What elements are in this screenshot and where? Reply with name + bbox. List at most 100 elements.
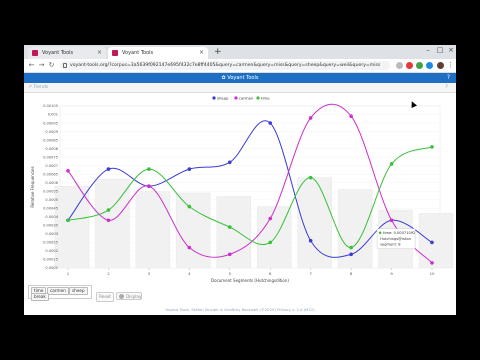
background-bar <box>418 213 454 269</box>
data-point-carmen <box>106 218 111 223</box>
legend-label: sheep <box>217 95 229 100</box>
y-tick-label: 0.001 <box>48 113 58 117</box>
extension-icon[interactable] <box>426 62 433 69</box>
display-label: Display <box>126 294 142 299</box>
data-point-carmen <box>187 245 192 250</box>
x-tick-label: 5 <box>229 271 232 276</box>
tooltip-term: time: 0.00071092 <box>383 231 415 235</box>
help-icon[interactable]: ? <box>447 73 450 83</box>
menu-icon[interactable]: ⋮ <box>446 61 455 70</box>
x-tick-label: 10 <box>430 271 435 276</box>
data-point-time <box>389 162 394 166</box>
legend-label: time <box>261 95 270 100</box>
y-tick-label: 0.00015 <box>43 258 58 262</box>
tab-label: Voyant Tools <box>122 50 154 56</box>
tab-voyant-1[interactable]: Voyant Tools × <box>28 47 106 59</box>
y-tick-label: 0.0005 <box>45 198 58 202</box>
x-tick-label: 6 <box>269 271 272 276</box>
y-tick-label: 0.00085 <box>43 138 58 142</box>
close-icon[interactable]: × <box>199 47 204 59</box>
url-field[interactable]: voyant-tools.org/?corpus=3a5639f092147e6… <box>60 61 390 70</box>
y-tick-label: 0.0006 <box>45 181 58 185</box>
term-chip[interactable]: carmen <box>47 287 69 295</box>
panel-title: ↗ Trends <box>28 85 49 90</box>
data-point-carmen <box>349 114 353 119</box>
data-point-time <box>66 218 70 223</box>
footer-text[interactable]: Voyant Tools, Stéfan Sinclair & Geoffrey… <box>24 307 456 312</box>
y-tick-label: 0.0009 <box>45 130 58 134</box>
term-chip[interactable]: break <box>31 293 49 301</box>
x-tick-label: 9 <box>390 271 393 276</box>
tab-strip: Voyant Tools × Voyant Tools × + – □ × <box>24 45 456 59</box>
x-tick-label: 1 <box>67 271 70 276</box>
address-bar-row: ← → ↻ voyant-tools.org/?corpus=3a5639f09… <box>24 59 456 73</box>
data-point-sheep <box>308 238 313 243</box>
data-point-carmen <box>268 216 273 221</box>
y-tick-label: 0.00025 <box>43 241 58 245</box>
x-axis-label: Document Segments (Hutchingsdition) <box>211 278 289 283</box>
data-point-time <box>227 225 232 229</box>
app-title: Voyant Tools <box>227 75 259 81</box>
extension-icon[interactable] <box>416 62 423 69</box>
lock-icon <box>63 63 67 68</box>
new-tab-icon[interactable]: + <box>214 47 222 57</box>
y-tick-label: 0.0002 <box>45 249 58 253</box>
data-point-time <box>430 145 434 149</box>
y-tick-label: 0.0003 <box>45 232 58 236</box>
terms-chip-box[interactable]: time carmen sheep break <box>28 285 92 301</box>
data-point-sheep <box>268 121 273 125</box>
data-point-time <box>187 204 192 209</box>
tooltip-marker <box>378 231 382 235</box>
display-button[interactable]: Display <box>116 292 142 300</box>
data-point-carmen <box>227 252 232 257</box>
data-point-carmen <box>66 169 70 173</box>
tab-voyant-2[interactable]: Voyant Tools × <box>108 47 208 59</box>
gear-icon <box>119 294 124 299</box>
minimize-icon[interactable]: – <box>422 46 434 54</box>
data-point-sheep <box>430 240 434 245</box>
background-bar <box>54 185 90 269</box>
y-tick-label: 0.0008 <box>45 147 58 151</box>
background-bar <box>176 192 211 269</box>
extension-icon[interactable] <box>406 62 413 69</box>
y-tick-label: 0.00035 <box>43 224 58 228</box>
y-tick-label: 0.0001 <box>45 266 58 270</box>
voyant-favicon-icon <box>112 50 118 56</box>
term-chip[interactable]: sheep <box>69 287 88 295</box>
x-tick-label: 2 <box>107 271 110 276</box>
profile-avatar[interactable] <box>437 62 444 69</box>
y-tick-label: 0.00045 <box>43 207 58 211</box>
y-tick-label: 0.00095 <box>43 121 58 125</box>
x-tick-label: 4 <box>188 271 191 276</box>
trends-chart: 0.0001 0.00015 0.0002 0.00025 0.0003 0.00035 0… <box>30 95 454 283</box>
y-tick-label: 0.00105 <box>43 104 58 108</box>
close-icon[interactable]: × <box>97 47 102 59</box>
reload-icon[interactable]: ↻ <box>47 61 56 70</box>
reset-button[interactable]: Reset <box>96 292 114 302</box>
y-tick-label: 0.00055 <box>43 189 58 193</box>
legend-marker <box>234 96 238 100</box>
y-tick-label: 0.0007 <box>45 164 58 168</box>
x-tick-label: 3 <box>148 271 151 276</box>
window-close-icon[interactable]: × <box>445 46 456 54</box>
data-point-sheep <box>106 167 111 171</box>
y-tick-label: 0.00075 <box>43 155 58 159</box>
legend-marker <box>212 96 216 100</box>
y-tick-label: 0.00065 <box>43 172 58 176</box>
data-point-sheep <box>349 252 353 257</box>
panel-help-icon[interactable]: ? <box>446 83 448 92</box>
background-bar <box>216 196 251 269</box>
x-tick-label: 7 <box>309 271 312 276</box>
data-point-sheep <box>227 160 232 165</box>
y-tick-label: 0.0004 <box>45 215 58 219</box>
star-icon[interactable] <box>396 62 403 69</box>
data-point-carmen <box>147 184 151 188</box>
background-bar <box>135 191 171 269</box>
forward-icon[interactable]: → <box>37 61 46 70</box>
legend-marker <box>256 96 260 100</box>
y-axis-label: Relative Frequencies <box>30 166 35 207</box>
data-point-time <box>147 167 151 171</box>
back-icon[interactable]: ← <box>27 61 36 70</box>
tab-label: Voyant Tools <box>42 50 74 56</box>
data-point-time <box>308 175 313 180</box>
